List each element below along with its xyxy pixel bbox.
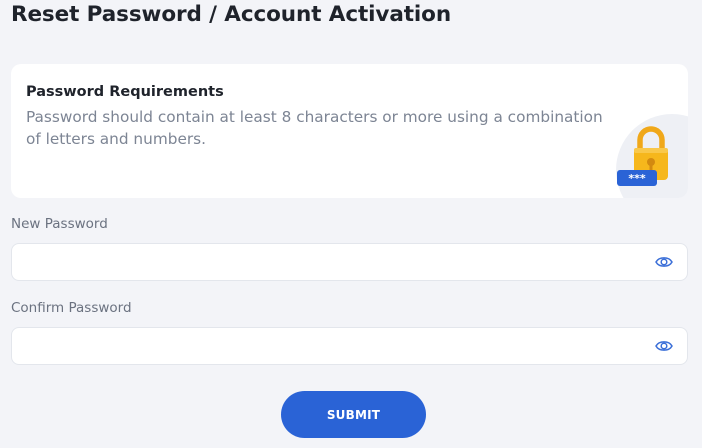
requirements-text: Password should contain at least 8 chara… [26,108,603,148]
new-password-label: New Password [11,216,108,232]
confirm-password-field [11,327,688,365]
new-password-input[interactable] [12,244,632,280]
eye-icon[interactable] [655,255,673,269]
confirm-password-label: Confirm Password [11,300,132,316]
page-title: Reset Password / Account Activation [11,2,452,27]
padlock-icon: *** [616,114,688,198]
new-password-field [11,243,688,281]
submit-button[interactable]: SUBMIT [281,391,426,438]
password-badge: *** [617,170,657,186]
requirements-heading: Password Requirements [26,84,224,100]
confirm-password-input[interactable] [12,328,632,364]
eye-icon[interactable] [655,339,673,353]
password-badge-text: *** [628,172,646,185]
password-requirements-card: Password Requirements Password should co… [11,64,688,198]
